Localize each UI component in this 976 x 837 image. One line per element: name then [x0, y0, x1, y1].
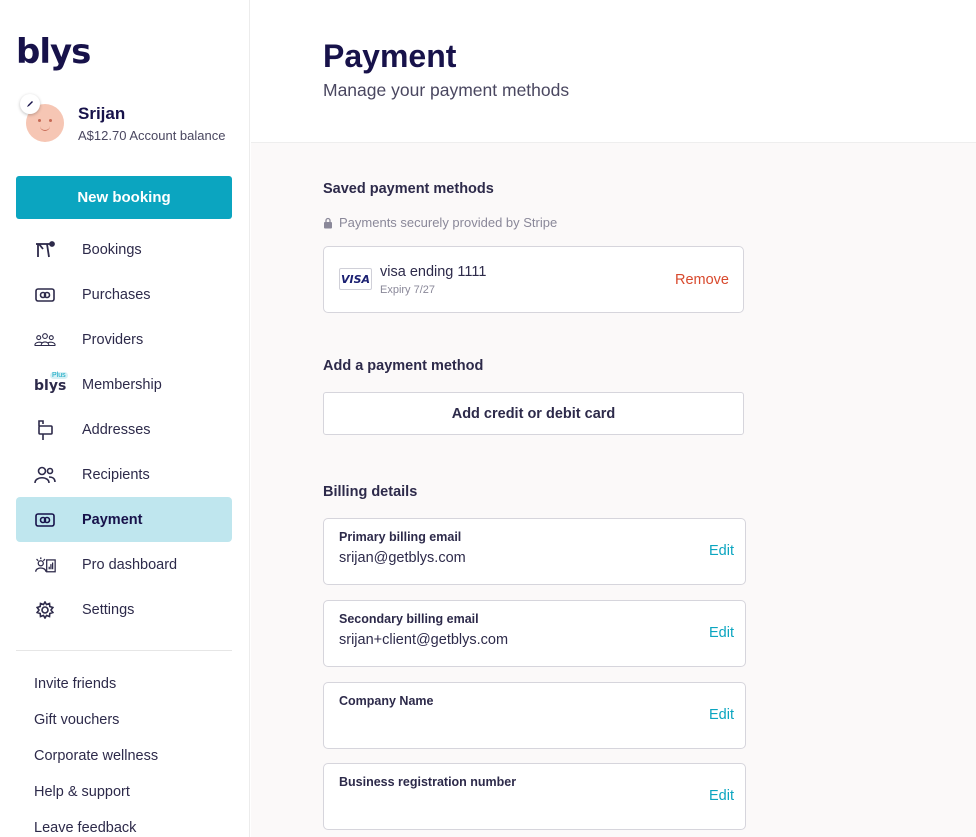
- billing-details-title: Billing details: [323, 484, 418, 500]
- billing-field-label: Secondary billing email: [339, 612, 479, 626]
- sidebar-item-label: Settings: [82, 601, 135, 618]
- user-profile[interactable]: Srijan A$12.70 Account balance: [16, 94, 236, 146]
- card-expiry: Expiry 7/27: [380, 284, 436, 296]
- sidebar-item-payment[interactable]: Payment: [16, 497, 232, 542]
- plus-badge: Plus: [50, 372, 68, 379]
- edit-secondary-email-button[interactable]: Edit: [709, 625, 734, 641]
- business-registration-card: Business registration number Edit: [323, 763, 746, 830]
- pro-dashboard-icon: [34, 554, 56, 576]
- sidebar-item-providers[interactable]: Providers: [16, 317, 232, 362]
- visa-icon: VISA: [339, 268, 372, 290]
- sidebar-item-membership[interactable]: blys Plus Membership: [16, 362, 232, 407]
- sidebar-item-label: Pro dashboard: [82, 556, 178, 573]
- money-icon: [34, 509, 56, 531]
- page-header: Payment Manage your payment methods: [251, 0, 976, 143]
- sidebar-item-label: Payment: [82, 511, 143, 528]
- billing-field-label: Company Name: [339, 694, 434, 708]
- avatar-mouth: [40, 126, 50, 131]
- avatar-eye-right: [49, 119, 52, 122]
- sidebar-item-label: Membership: [82, 376, 162, 393]
- blys-plus-text: blys: [34, 378, 67, 394]
- company-name-card: Company Name Edit: [323, 682, 746, 749]
- add-method-title: Add a payment method: [323, 358, 484, 374]
- sidebar-item-recipients[interactable]: Recipients: [16, 452, 232, 497]
- stripe-note: Payments securely provided by Stripe: [323, 215, 557, 230]
- sidebar-nav: Bookings Purchases Providers blys Plus M…: [16, 227, 232, 632]
- sidebar: blys Srijan A$12.70 Account balance New …: [0, 0, 250, 837]
- sidebar-item-bookings[interactable]: Bookings: [16, 227, 232, 272]
- sidebar-item-label: Recipients: [82, 466, 150, 483]
- blys-plus-icon: blys Plus: [34, 372, 70, 396]
- corporate-wellness-link[interactable]: Corporate wellness: [34, 748, 158, 784]
- billing-field-value: srijan+client@getblys.com: [339, 632, 509, 648]
- page-title: Payment: [323, 38, 457, 74]
- sidebar-item-purchases[interactable]: Purchases: [16, 272, 232, 317]
- help-support-link[interactable]: Help & support: [34, 784, 158, 820]
- sidebar-item-label: Purchases: [82, 286, 151, 303]
- primary-billing-email-card: Primary billing email srijan@getblys.com…: [323, 518, 746, 585]
- edit-primary-email-button[interactable]: Edit: [709, 543, 734, 559]
- stripe-note-text: Payments securely provided by Stripe: [339, 215, 558, 230]
- card-number: visa ending 1111: [380, 264, 487, 280]
- people-icon: [34, 464, 56, 486]
- gift-vouchers-link[interactable]: Gift vouchers: [34, 712, 158, 748]
- user-name: Srijan: [78, 104, 126, 123]
- page-subtitle: Manage your payment methods: [323, 80, 570, 100]
- lock-icon: [324, 217, 332, 228]
- billing-field-value: srijan@getblys.com: [339, 550, 466, 566]
- massage-table-icon: [34, 239, 56, 261]
- invite-friends-link[interactable]: Invite friends: [34, 676, 158, 712]
- new-booking-button[interactable]: New booking: [16, 176, 232, 219]
- sidebar-links: Invite friends Gift vouchers Corporate w…: [34, 676, 158, 837]
- sidebar-item-settings[interactable]: Settings: [16, 587, 232, 632]
- sidebar-item-label: Providers: [82, 331, 144, 348]
- blys-logo[interactable]: blys: [16, 32, 91, 72]
- sidebar-item-label: Addresses: [82, 421, 151, 438]
- add-card-button[interactable]: Add credit or debit card: [323, 392, 744, 435]
- leave-feedback-link[interactable]: Leave feedback: [34, 820, 158, 837]
- edit-avatar-icon[interactable]: [20, 94, 40, 114]
- sidebar-item-pro-dashboard[interactable]: Pro dashboard: [16, 542, 232, 587]
- sidebar-item-addresses[interactable]: Addresses: [16, 407, 232, 452]
- saved-methods-title: Saved payment methods: [323, 181, 494, 197]
- billing-field-label: Primary billing email: [339, 530, 462, 544]
- gear-icon: [34, 599, 56, 621]
- billing-field-label: Business registration number: [339, 775, 517, 789]
- sidebar-divider: [16, 650, 232, 651]
- main-content: Saved payment methods Payments securely …: [251, 143, 976, 837]
- mailbox-icon: [34, 419, 56, 441]
- money-icon: [34, 284, 56, 306]
- saved-card: VISA visa ending 1111 Expiry 7/27 Remove: [323, 246, 744, 313]
- edit-company-name-button[interactable]: Edit: [709, 707, 734, 723]
- remove-card-button[interactable]: Remove: [675, 272, 729, 288]
- sidebar-item-label: Bookings: [82, 241, 142, 258]
- edit-business-registration-button[interactable]: Edit: [709, 788, 734, 804]
- secondary-billing-email-card: Secondary billing email srijan+client@ge…: [323, 600, 746, 667]
- avatar-eye-left: [38, 119, 41, 122]
- providers-group-icon: [34, 329, 56, 351]
- account-balance: A$12.70 Account balance: [78, 128, 226, 143]
